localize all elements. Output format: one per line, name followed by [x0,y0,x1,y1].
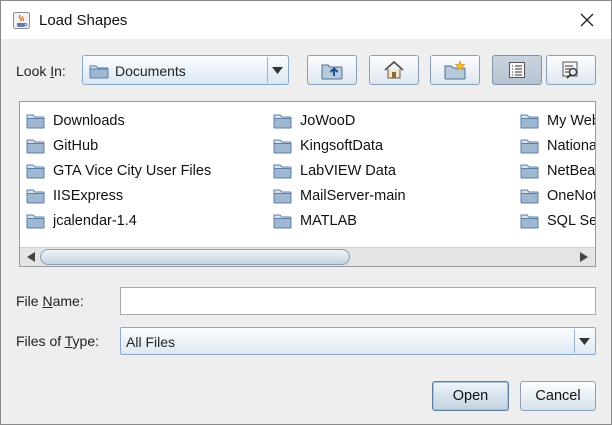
files-of-type-value: All Files [126,334,176,350]
file-column-3: My Web Nationa NetBea OneNot SQL Se [520,108,595,233]
list-item[interactable]: My Web [520,108,595,133]
folder-icon [520,189,539,203]
home-button[interactable] [369,55,419,85]
list-item[interactable]: Nationa [520,133,595,158]
open-button[interactable]: Open [432,381,509,411]
file-name-input[interactable] [120,287,596,315]
files-of-type-combo[interactable]: All Files [120,327,596,355]
chevron-down-icon [272,66,283,74]
home-icon [384,60,404,79]
folder-icon [273,189,292,203]
list-item[interactable]: SQL Se [520,208,595,233]
look-in-value: Documents [115,63,186,79]
folder-icon [520,114,539,128]
file-name-label: File Name: [16,293,84,309]
details-view-button[interactable] [546,55,596,85]
list-item[interactable]: IISExpress [26,183,211,208]
new-folder-button[interactable] [430,55,480,85]
horizontal-scrollbar[interactable] [20,247,595,266]
list-item[interactable]: jcalendar-1.4 [26,208,211,233]
new-folder-icon [444,60,466,80]
list-view-icon [509,62,525,78]
scrollbar-thumb[interactable] [40,249,350,265]
folder-icon [26,189,45,203]
folder-icon [89,65,109,79]
folder-icon [520,164,539,178]
java-app-icon [13,12,30,29]
folder-icon [26,214,45,228]
list-item[interactable]: JoWooD [273,108,406,133]
list-view-button[interactable] [492,55,542,85]
files-of-type-label: Files of Type: [16,333,100,349]
details-view-icon [562,61,578,79]
folder-icon [26,139,45,153]
folder-icon [273,139,292,153]
list-item[interactable]: KingsoftData [273,133,406,158]
look-in-dropdown-arrow[interactable] [267,57,287,83]
close-icon [580,13,594,27]
list-item[interactable]: Downloads [26,108,211,133]
folder-icon [520,214,539,228]
up-one-level-button[interactable] [307,55,357,85]
up-folder-icon [321,64,343,80]
scroll-right-button[interactable] [576,250,592,264]
scroll-left-button[interactable] [23,250,39,264]
list-item[interactable]: MATLAB [273,208,406,233]
list-item[interactable]: NetBea [520,158,595,183]
folder-icon [26,114,45,128]
list-item[interactable]: MailServer-main [273,183,406,208]
list-item[interactable]: GitHub [26,133,211,158]
list-item[interactable]: OneNot [520,183,595,208]
file-column-1: Downloads GitHub GTA Vice City User File… [26,108,211,233]
list-item[interactable]: GTA Vice City User Files [26,158,211,183]
folder-icon [273,114,292,128]
window-title: Load Shapes [39,12,128,29]
files-of-type-dropdown-arrow[interactable] [574,329,594,353]
chevron-down-icon [579,337,590,345]
folder-icon [273,164,292,178]
file-list[interactable]: Downloads GitHub GTA Vice City User File… [19,101,596,267]
load-shapes-dialog: Load Shapes Look In: Documents Downloads… [0,0,612,425]
arrow-right-icon [580,252,588,262]
list-item[interactable]: LabVIEW Data [273,158,406,183]
cancel-button[interactable]: Cancel [520,381,596,411]
folder-icon [26,164,45,178]
title-bar: Load Shapes [1,1,611,39]
folder-icon [273,214,292,228]
close-button[interactable] [567,5,607,35]
file-column-2: JoWooD KingsoftData LabVIEW Data MailSer… [273,108,406,233]
look-in-label: Look In: [16,63,66,79]
folder-icon [520,139,539,153]
arrow-left-icon [27,252,35,262]
look-in-combo[interactable]: Documents [82,55,289,85]
